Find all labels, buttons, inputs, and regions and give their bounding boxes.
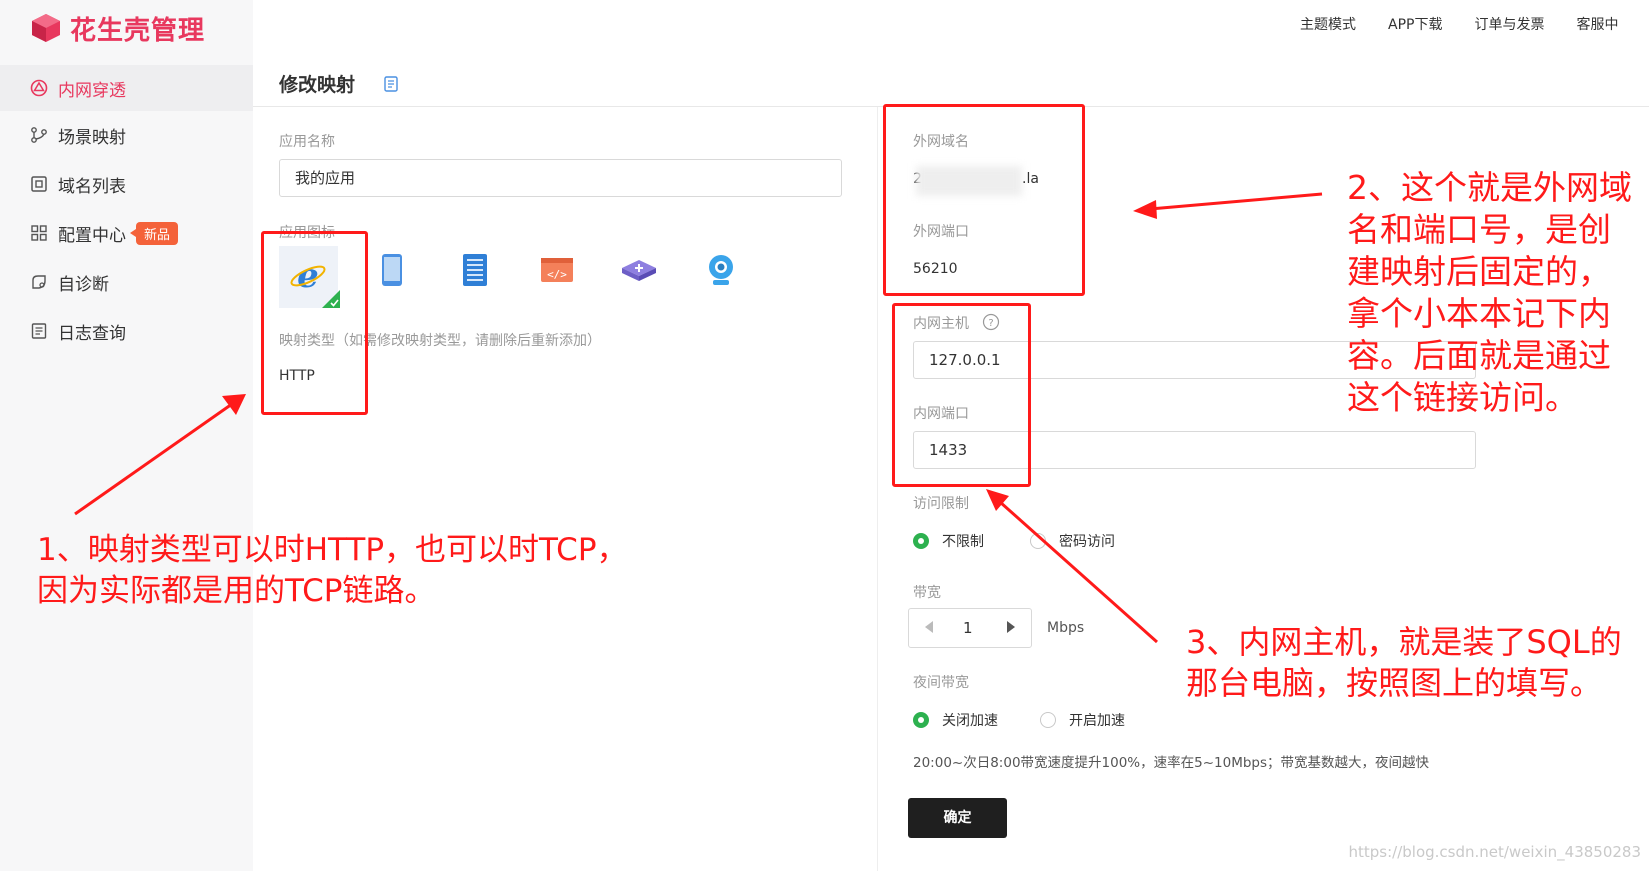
arrow-1-line [74,402,233,516]
annotation-3-line-2: 那台电脑，按照图上的填写。 [1186,664,1603,702]
annotation-2-line-4: 拿个小本本记下内 [1347,294,1611,333]
annotation-text-1: 1、映射类型可以时HTTP，也可以时TCP， 因为实际都是用的TCP链路。 [37,530,628,612]
annotation-2-line-2: 名和端口号，是创 [1347,210,1611,249]
annotation-1-line-2: 因为实际都是用的TCP链路。 [37,573,436,609]
arrow-2-line [1149,192,1323,211]
annotation-2-line-5: 容。后面就是通过 [1347,336,1611,375]
arrow-1-head [222,394,246,415]
annotation-2-line-3: 建映射后固定的， [1347,252,1611,291]
watermark: https://blog.csdn.net/weixin_43850283 [1348,843,1641,861]
annotation-1-line-1: 1、映射类型可以时HTTP，也可以时TCP， [37,532,628,568]
annotation-2-line-6: 这个链接访问。 [1347,378,1578,417]
annotation-2-line-1: 2、这个就是外网域 [1347,168,1632,207]
arrow-2-head [1133,200,1157,219]
annotation-arrows [74,192,1323,644]
annotation-3-line-1: 3、内网主机，就是装了SQL的 [1186,623,1622,661]
annotation-text-3: 3、内网主机，就是装了SQL的 那台电脑，按照图上的填写。 [1186,622,1622,704]
arrow-3-line [999,500,1158,644]
annotation-text-2: 2、这个就是外网域 名和端口号，是创 建映射后固定的， 拿个小本本记下内 容。后… [1347,167,1632,419]
